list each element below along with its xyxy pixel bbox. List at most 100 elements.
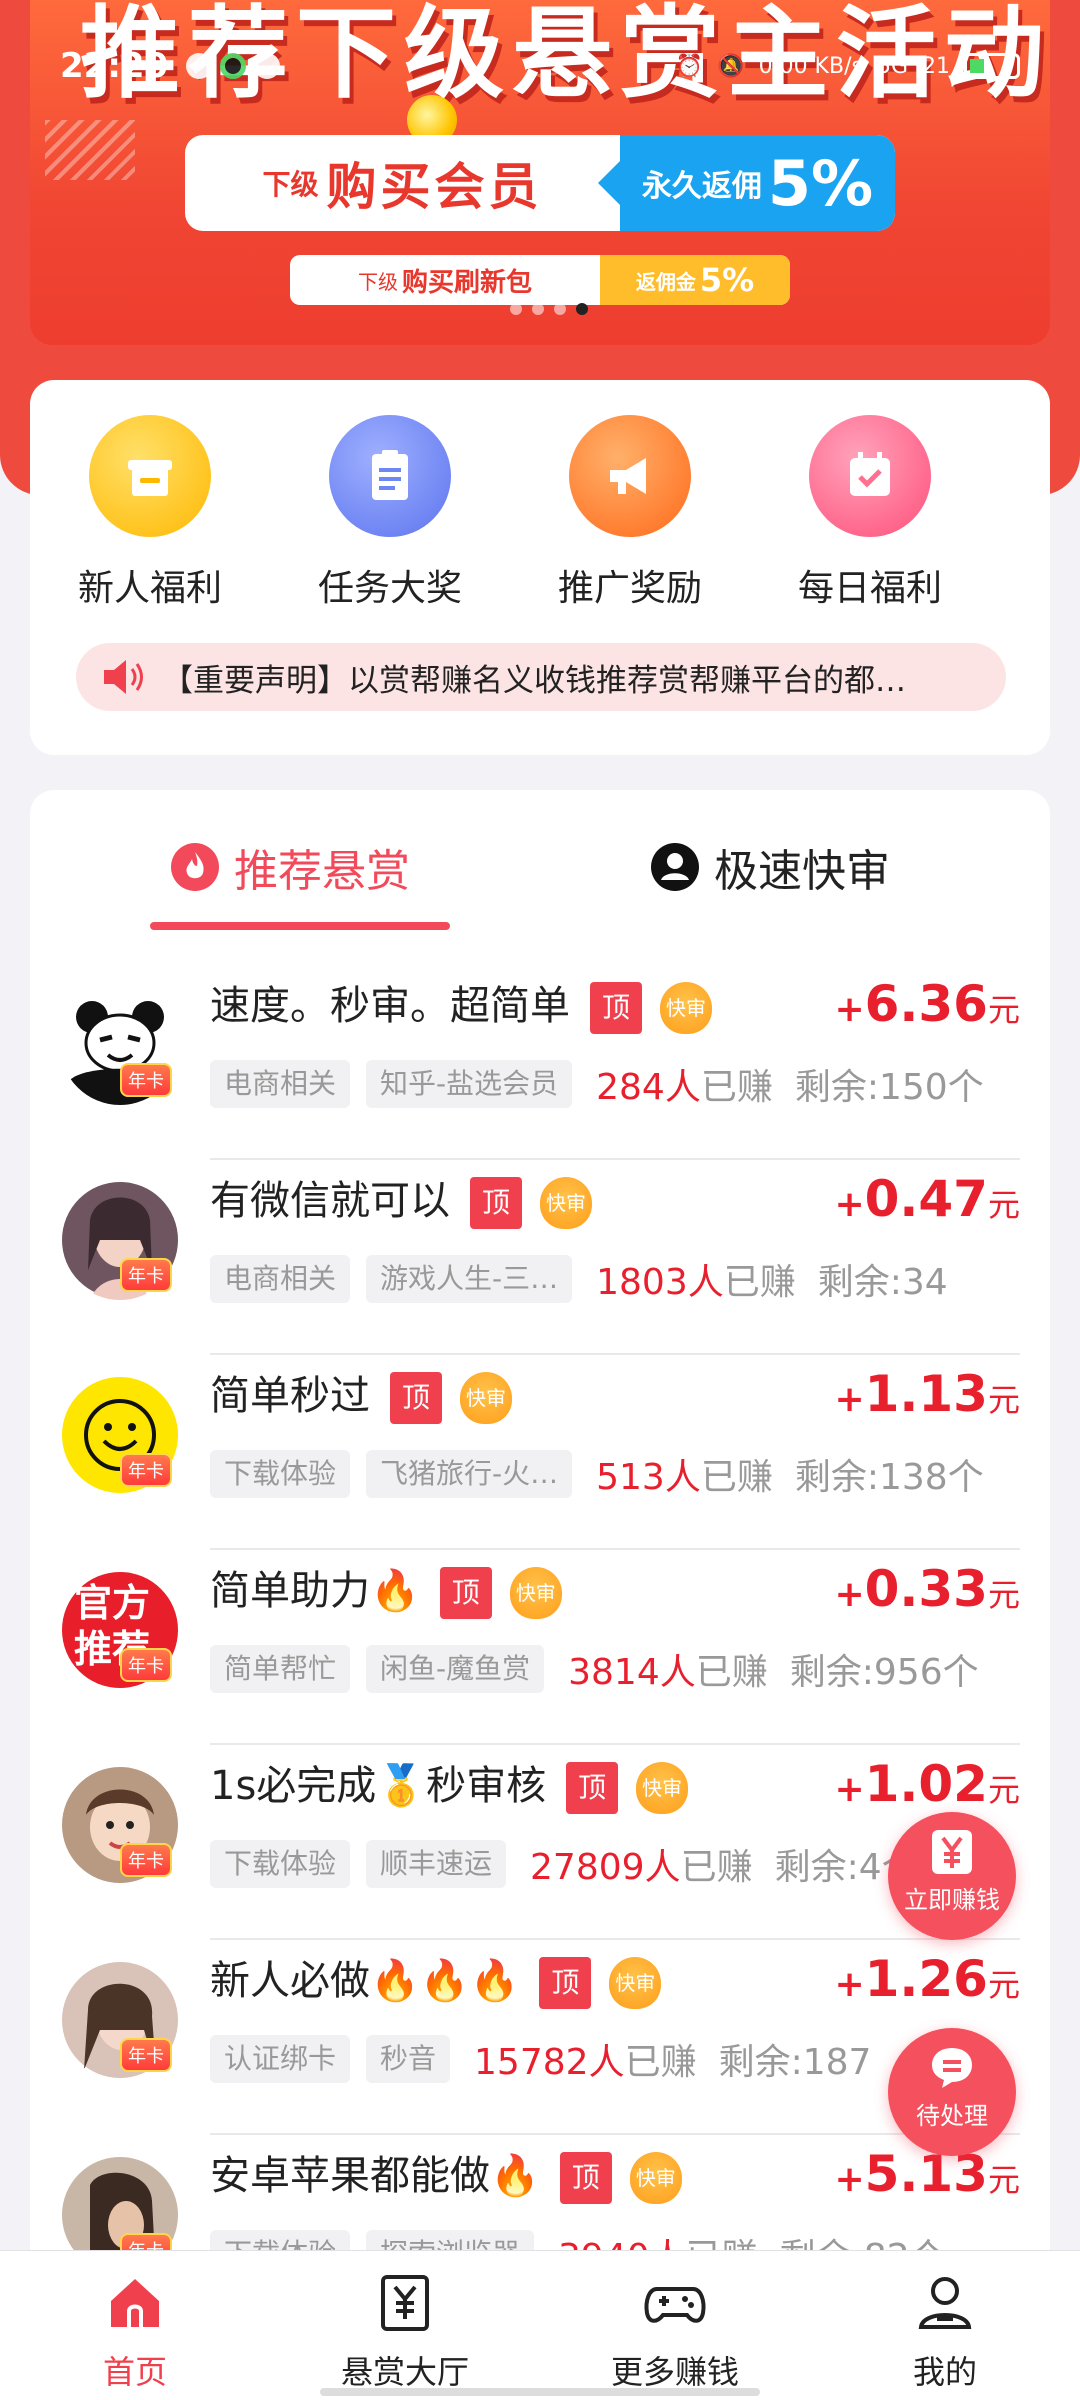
earned-suffix: 已赚	[700, 1457, 773, 1498]
menu-label: 推广奖励	[557, 568, 702, 609]
remaining-count: 剩余:187	[718, 2042, 872, 2083]
tab-recommended[interactable]: 推荐悬赏	[170, 835, 410, 899]
earned-suffix: 已赚	[624, 2042, 697, 2083]
gift-box-icon	[89, 415, 211, 537]
yuan-doc-icon	[381, 2275, 429, 2331]
menu-label: 每日福利	[797, 568, 942, 609]
app-notification-icon	[220, 53, 247, 79]
tab-fast-review[interactable]: 极速快审	[650, 835, 890, 899]
task-title: 安卓苹果都能做🔥	[210, 2153, 540, 2199]
gamepad-icon	[644, 2287, 706, 2323]
task-tabs: 推荐悬赏 极速快审	[30, 835, 1050, 925]
task-title-line: 1s必完成🥇秒审核顶快审	[210, 1753, 689, 1814]
refresh-rebate-value: 5%	[699, 261, 755, 299]
pinned-tag: 顶	[390, 1372, 442, 1424]
banner-dot	[510, 303, 522, 315]
annual-card-badge: 年卡	[120, 1843, 172, 1877]
girl-avatar: 年卡	[60, 1180, 180, 1300]
nav-home[interactable]: 首页	[0, 2251, 270, 2400]
task-row[interactable]: 年卡 简单秒过顶快审 +1.13元 下载体验 飞猪旅行-火… 513人 已赚 剩余…	[30, 1355, 1050, 1550]
bottom-nav: 首页 悬赏大厅 更多赚钱 我的	[0, 2250, 1080, 2400]
nav-mine[interactable]: 我的	[810, 2251, 1080, 2400]
task-reward: +6.36元	[834, 975, 1020, 1033]
reward-amount: 1.13	[864, 1365, 988, 1423]
battery-text: 21	[922, 53, 950, 79]
home-indicator	[320, 2388, 760, 2396]
reward-unit: 元	[987, 1381, 1020, 1419]
reward-unit: 元	[987, 1576, 1020, 1614]
nav-label: 悬赏大厅	[340, 2353, 469, 2391]
task-row[interactable]: 年卡 有微信就可以顶快审 +0.47元 电商相关 游戏人生-三… 1803人 已赚…	[30, 1160, 1050, 1355]
chat-icon	[932, 2048, 972, 2088]
banner-dot	[554, 303, 566, 315]
child-avatar: 年卡	[60, 1765, 180, 1885]
banner-member-pill: 下级 购买会员 永久返佣 5%	[185, 135, 895, 231]
net-speed: 0.00 KB/s	[758, 53, 863, 79]
refresh-pill-main: 购买刷新包	[401, 267, 532, 298]
profile-icon	[918, 2277, 972, 2329]
task-title: 简单助力🔥	[210, 1568, 420, 1614]
woman-avatar: 年卡	[60, 1960, 180, 2080]
nav-label: 我的	[912, 2353, 977, 2391]
task-meta: 下载体验 飞猪旅行-火… 513人 已赚 剩余:138个	[210, 1447, 1040, 1501]
user-circle-icon	[651, 843, 699, 891]
task-reward: +1.02元	[834, 1755, 1020, 1813]
member-pill-prefix: 下级	[262, 168, 319, 201]
earned-suffix: 已赚	[723, 1262, 796, 1303]
reward-amount: 5.13	[864, 2145, 988, 2203]
menu-daily-welfare[interactable]: 每日福利	[760, 415, 980, 611]
reward-plus: +	[834, 1574, 865, 1615]
banner-dot-active	[576, 303, 588, 315]
reward-unit: 元	[987, 991, 1020, 1029]
pinned-tag: 顶	[439, 1567, 492, 1619]
nav-bounty-hall[interactable]: 悬赏大厅	[270, 2251, 540, 2400]
status-time: 22:20	[60, 46, 169, 86]
fab-label: 待处理	[916, 2102, 988, 2130]
reward-amount: 6.36	[864, 975, 988, 1033]
pinned-tag: 顶	[559, 2152, 612, 2204]
nav-label: 首页	[102, 2353, 167, 2391]
task-title-line: 有微信就可以顶快审	[210, 1168, 592, 1229]
notification-icon	[254, 53, 281, 79]
earned-count: 15782人	[474, 2042, 625, 2083]
smiley-avatar: 年卡	[60, 1375, 180, 1495]
earn-now-button[interactable]: 立即赚钱	[888, 1812, 1016, 1940]
reward-unit: 元	[987, 1771, 1020, 1809]
menu-promo-reward[interactable]: 推广奖励	[520, 415, 740, 611]
remaining-count: 剩余:150个	[794, 1067, 984, 1108]
project-chip: 飞猪旅行-火…	[366, 1450, 573, 1498]
mute-icon: 🔕	[717, 53, 745, 79]
task-row[interactable]: 年卡 速度。秒审。超简单顶快审 +6.36元 电商相关 知乎-盐选会员 284人…	[30, 965, 1050, 1160]
menu-task-prize[interactable]: 任务大奖	[280, 415, 500, 611]
reward-plus: +	[834, 1379, 865, 1420]
task-reward: +5.13元	[834, 2145, 1020, 2203]
project-chip: 知乎-盐选会员	[366, 1060, 573, 1108]
project-chip: 顺丰速运	[366, 1840, 507, 1888]
member-rebate-label: 永久返佣	[641, 169, 762, 204]
task-row[interactable]: 官方 推荐 年卡 简单助力🔥 顶快审 +0.33元 简单帮忙 闲鱼-魔鱼赏 3814…	[30, 1550, 1050, 1745]
category-chip: 认证绑卡	[210, 2035, 351, 2083]
active-tab-indicator	[150, 922, 450, 930]
fast-review-tag: 快审	[629, 2152, 682, 2204]
pinned-tag: 顶	[470, 1177, 522, 1229]
category-chip: 电商相关	[210, 1255, 351, 1303]
yuan-icon	[932, 1830, 972, 1874]
status-bar: 22:20 ⏰ 🔕 0.00 KB/s 5G 21	[60, 46, 1020, 86]
official-avatar: 官方 推荐 年卡	[60, 1570, 180, 1690]
earned-count: 27809人	[530, 1847, 681, 1888]
task-title: 1s必完成🥇秒审核	[210, 1763, 547, 1809]
pending-button[interactable]: 待处理	[888, 2028, 1016, 2156]
home-icon	[111, 2279, 159, 2327]
earned-suffix: 已赚	[695, 1652, 768, 1693]
task-title: 简单秒过	[210, 1373, 370, 1419]
task-reward: +0.33元	[834, 1560, 1020, 1618]
task-reward: +0.47元	[834, 1170, 1020, 1228]
menu-newbie-welfare[interactable]: 新人福利	[40, 415, 260, 611]
reward-plus: +	[834, 989, 865, 1030]
annual-card-badge: 年卡	[120, 1258, 172, 1292]
reward-unit: 元	[987, 1186, 1020, 1224]
fast-review-tag: 快审	[540, 1177, 592, 1229]
nav-more-earning[interactable]: 更多赚钱	[540, 2251, 810, 2400]
notice-marquee[interactable]: 【重要声明】以赏帮赚名义收钱推荐赏帮赚平台的都…	[76, 643, 1006, 711]
menu-label: 新人福利	[77, 568, 222, 609]
